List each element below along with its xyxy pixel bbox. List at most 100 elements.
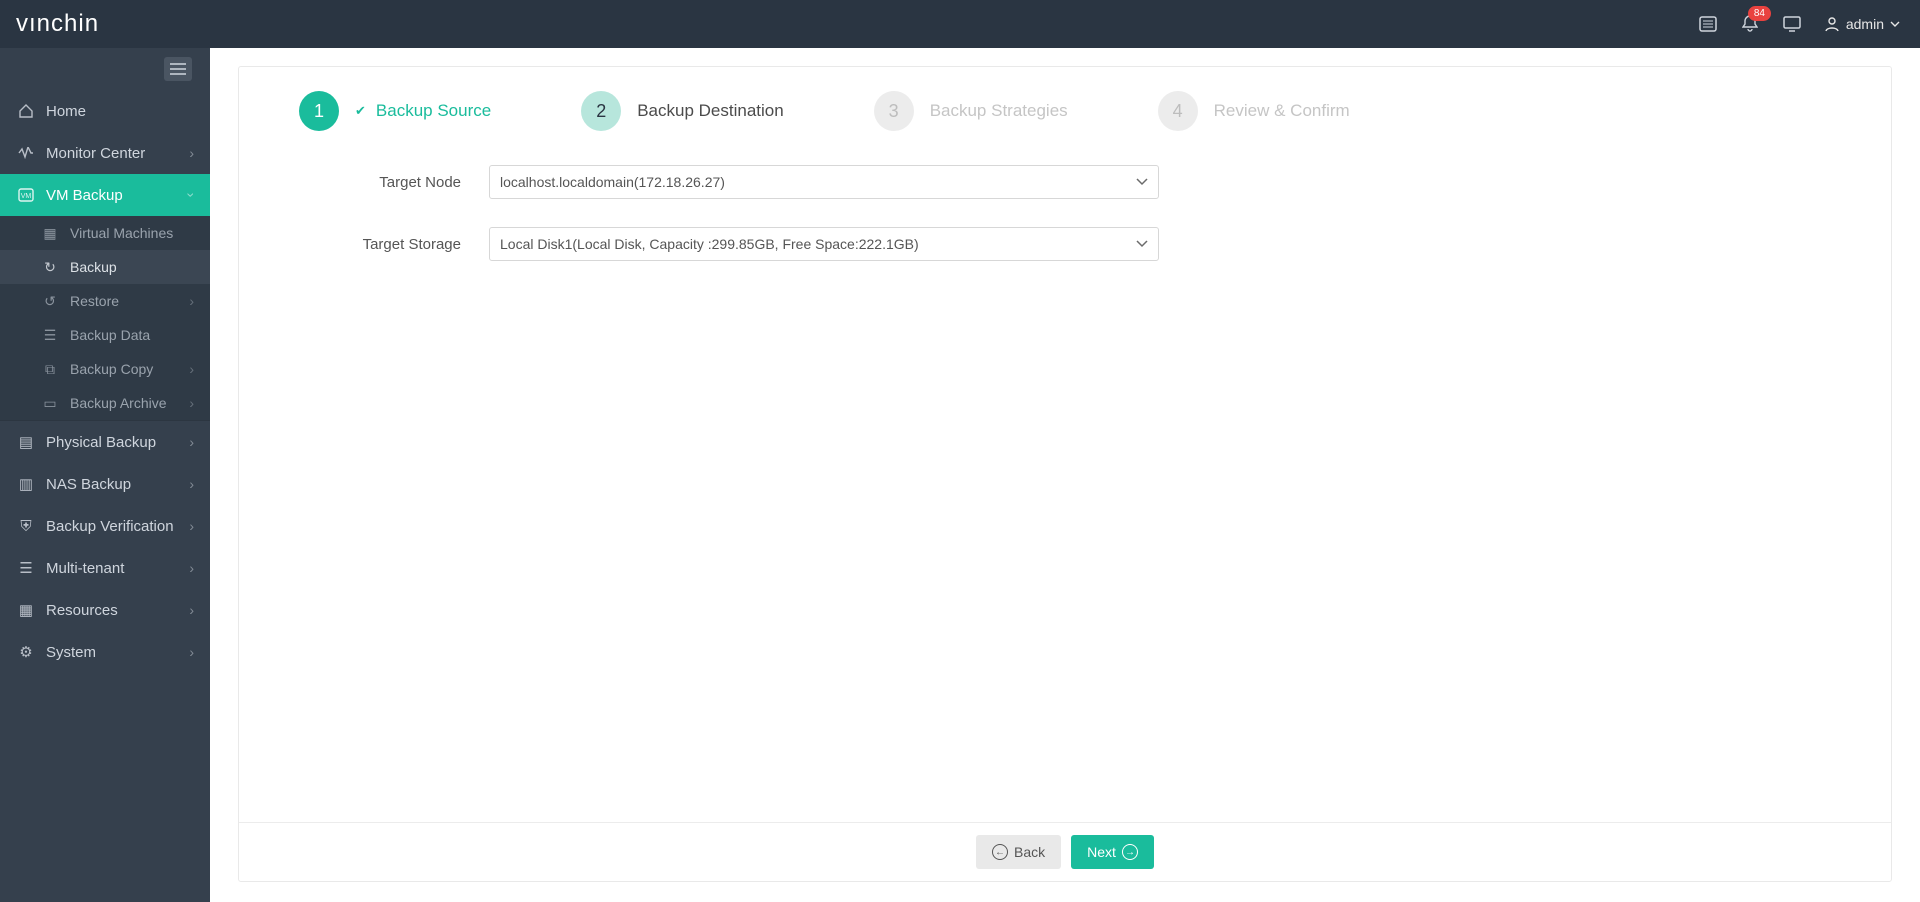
undo-icon: ↺	[40, 293, 60, 310]
sidebar-item-label: Restore	[70, 293, 119, 309]
chevron-down-icon	[1890, 21, 1900, 27]
arrow-left-icon: ←	[992, 844, 1008, 860]
step-label: Backup Strategies	[930, 101, 1068, 121]
chevron-right-icon: ›	[189, 434, 194, 450]
monitor-icon	[16, 147, 36, 159]
wizard-step-4[interactable]: 4 Review & Confirm	[1158, 91, 1350, 131]
sidebar-item-system[interactable]: ⚙ System ›	[0, 631, 210, 673]
sidebar-item-restore[interactable]: ↺ Restore ›	[0, 284, 210, 318]
step-number: 3	[874, 91, 914, 131]
user-icon	[1824, 16, 1840, 32]
step-number: 2	[581, 91, 621, 131]
sidebar-collapse-button[interactable]	[164, 57, 192, 81]
list-icon: ☰	[16, 559, 36, 577]
sidebar-item-vm-backup[interactable]: VM VM Backup ›	[0, 174, 210, 216]
sidebar: Home Monitor Center › VM VM Backup › ▦ V…	[0, 48, 210, 902]
nas-icon: ▥	[16, 475, 36, 493]
refresh-icon: ↻	[40, 259, 60, 276]
step-label: Backup Source	[376, 101, 491, 121]
copy-icon: ⧉	[40, 361, 60, 378]
sidebar-item-resources[interactable]: ▦ Resources ›	[0, 589, 210, 631]
sidebar-item-label: System	[46, 644, 96, 661]
chevron-right-icon: ›	[189, 145, 194, 161]
sidebar-item-label: Backup Data	[70, 327, 150, 343]
user-label: admin	[1846, 16, 1884, 32]
chevron-right-icon: ›	[189, 476, 194, 492]
wizard-step-3[interactable]: 3 Backup Strategies	[874, 91, 1068, 131]
step-label: Review & Confirm	[1214, 101, 1350, 121]
sidebar-item-label: Backup	[70, 259, 117, 275]
form-body: Target Node localhost.localdomain(172.18…	[239, 141, 1891, 822]
sidebar-item-virtual-machines[interactable]: ▦ Virtual Machines	[0, 216, 210, 250]
chevron-down-icon: ›	[184, 193, 200, 198]
target-node-select[interactable]: localhost.localdomain(172.18.26.27)	[489, 165, 1159, 199]
sidebar-item-label: Virtual Machines	[70, 225, 173, 241]
sidebar-item-label: Backup Copy	[70, 361, 153, 377]
notification-badge: 84	[1748, 6, 1771, 21]
sidebar-item-multi-tenant[interactable]: ☰ Multi-tenant ›	[0, 547, 210, 589]
sidebar-item-label: Home	[46, 103, 86, 120]
back-button[interactable]: ← Back	[976, 835, 1061, 869]
sidebar-item-nas-backup[interactable]: ▥ NAS Backup ›	[0, 463, 210, 505]
sidebar-item-label: Multi-tenant	[46, 560, 124, 577]
wizard-steps: 1 ✔ Backup Source 2 Backup Destination 3…	[239, 67, 1891, 141]
brand-part1: vın	[16, 10, 51, 38]
sidebar-item-backup-copy[interactable]: ⧉ Backup Copy ›	[0, 352, 210, 386]
brand-part2: chin	[51, 10, 99, 38]
target-storage-select[interactable]: Local Disk1(Local Disk, Capacity :299.85…	[489, 227, 1159, 261]
check-icon: ✔	[355, 103, 366, 119]
tasks-icon[interactable]	[1698, 14, 1718, 34]
bell-icon[interactable]: 84	[1740, 14, 1760, 34]
stack-icon: ☰	[40, 327, 60, 344]
grid4-icon: ▦	[16, 601, 36, 619]
sidebar-item-backup-data[interactable]: ☰ Backup Data	[0, 318, 210, 352]
shield-icon: ⛨	[16, 518, 36, 535]
step-number: 4	[1158, 91, 1198, 131]
sidebar-item-backup-verification[interactable]: ⛨ Backup Verification ›	[0, 505, 210, 547]
sidebar-item-label: Resources	[46, 602, 118, 619]
panel-footer: ← Back Next →	[239, 822, 1891, 881]
wizard-step-1[interactable]: 1 ✔ Backup Source	[299, 91, 491, 131]
grid-icon: ▦	[40, 225, 60, 242]
sidebar-item-label: Physical Backup	[46, 434, 156, 451]
user-menu[interactable]: admin	[1824, 16, 1900, 32]
wizard-step-2[interactable]: 2 Backup Destination	[581, 91, 783, 131]
header-actions: 84 admin	[1698, 14, 1900, 34]
chevron-right-icon: ›	[189, 602, 194, 618]
form-row-target-node: Target Node localhost.localdomain(172.18…	[309, 165, 1851, 199]
arrow-right-icon: →	[1122, 844, 1138, 860]
sidebar-item-label: Backup Archive	[70, 395, 167, 411]
next-button[interactable]: Next →	[1071, 835, 1154, 869]
chevron-right-icon: ›	[189, 361, 194, 377]
sidebar-item-label: NAS Backup	[46, 476, 131, 493]
sidebar-submenu-vm-backup: ▦ Virtual Machines ↻ Backup ↺ Restore › …	[0, 216, 210, 420]
screen-icon[interactable]	[1782, 14, 1802, 34]
step-label: Backup Destination	[637, 101, 783, 121]
sidebar-item-monitor-center[interactable]: Monitor Center ›	[0, 132, 210, 174]
target-storage-label: Target Storage	[309, 236, 489, 253]
chevron-right-icon: ›	[189, 560, 194, 576]
sidebar-toggle-row	[0, 48, 210, 90]
archive-icon: ▭	[40, 395, 60, 412]
sidebar-item-label: Backup Verification	[46, 518, 174, 535]
sidebar-item-backup-archive[interactable]: ▭ Backup Archive ›	[0, 386, 210, 420]
brand-logo: vınchin	[16, 10, 99, 38]
server-icon: ▤	[16, 433, 36, 451]
main-content: 1 ✔ Backup Source 2 Backup Destination 3…	[210, 48, 1920, 902]
sidebar-item-home[interactable]: Home	[0, 90, 210, 132]
svg-text:VM: VM	[21, 193, 32, 200]
sidebar-item-backup[interactable]: ↻ Backup	[0, 250, 210, 284]
home-icon	[16, 103, 36, 119]
step-number: 1	[299, 91, 339, 131]
chevron-right-icon: ›	[189, 644, 194, 660]
target-node-label: Target Node	[309, 174, 489, 191]
form-row-target-storage: Target Storage Local Disk1(Local Disk, C…	[309, 227, 1851, 261]
sidebar-item-physical-backup[interactable]: ▤ Physical Backup ›	[0, 421, 210, 463]
vm-icon: VM	[16, 188, 36, 202]
chevron-right-icon: ›	[189, 293, 194, 309]
chevron-right-icon: ›	[189, 518, 194, 534]
top-header: vınchin 84 admin	[0, 0, 1920, 48]
sidebar-item-label: VM Backup	[46, 187, 123, 204]
gear-icon: ⚙	[16, 643, 36, 661]
sidebar-item-label: Monitor Center	[46, 145, 145, 162]
